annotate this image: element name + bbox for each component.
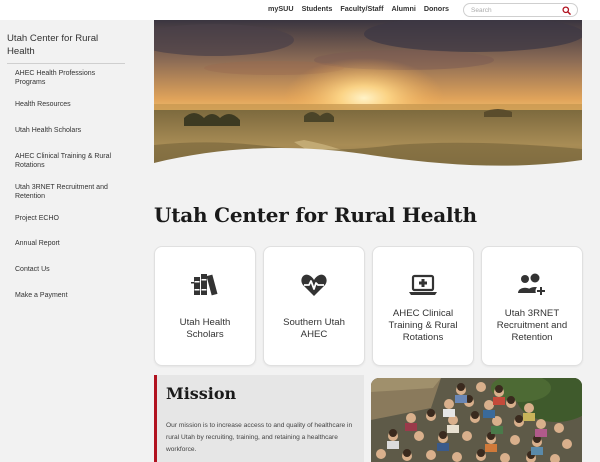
link-students[interactable]: Students (302, 4, 333, 13)
link-mysuu[interactable]: mySUU (268, 4, 294, 13)
search-box (463, 3, 578, 17)
sidebar-divider (7, 63, 125, 64)
mission-heading: Mission (166, 384, 237, 403)
search-input[interactable] (471, 6, 561, 15)
mission-section: Mission Our mission is to increase acces… (154, 375, 364, 462)
sidebar-title[interactable]: Utah Center for Rural Health (7, 32, 125, 58)
users-plus-icon (518, 273, 547, 297)
link-faculty-staff[interactable]: Faculty/Staff (340, 4, 383, 13)
page-title: Utah Center for Rural Health (154, 203, 477, 227)
sidebar-item-ahec-clinical-training[interactable]: AHEC Clinical Training & Rural Rotations (15, 153, 125, 170)
sidebar-item-ahec-health-professions[interactable]: AHEC Health Professions Programs (15, 70, 125, 87)
sidebar-item-utah-health-scholars[interactable]: Utah Health Scholars (15, 127, 125, 136)
card-label: Utah Health Scholars (179, 317, 231, 340)
sidebar-item-make-a-payment[interactable]: Make a Payment (15, 292, 125, 301)
card-label: Utah 3RNET Recruitment and Retention (496, 308, 568, 343)
search-icon[interactable] (562, 6, 571, 15)
hero-image (154, 20, 582, 178)
card-utah-3rnet[interactable]: Utah 3RNET Recruitment and Retention (481, 246, 583, 366)
sidebar: Utah Center for Rural Health AHEC Health… (0, 20, 140, 462)
card-label: Southern Utah AHEC (283, 317, 345, 340)
card-southern-utah-ahec[interactable]: Southern Utah AHEC (263, 246, 365, 366)
utility-links: mySUU Students Faculty/Staff Alumni Dono… (268, 4, 449, 13)
mission-text: Our mission is to increase access to and… (166, 422, 353, 453)
sidebar-item-utah-3rnet[interactable]: Utah 3RNET Recruitment and Retention (15, 184, 125, 201)
link-donors[interactable]: Donors (424, 4, 449, 13)
sidebar-item-contact-us[interactable]: Contact Us (15, 266, 125, 275)
utility-bar: mySUU Students Faculty/Staff Alumni Dono… (0, 0, 600, 20)
books-icon (191, 274, 218, 296)
group-photo (371, 378, 582, 462)
card-label: AHEC Clinical Training & Rural Rotations (388, 308, 458, 343)
sidebar-item-health-resources[interactable]: Health Resources (15, 101, 125, 110)
card-utah-health-scholars[interactable]: Utah Health Scholars (154, 246, 256, 366)
sidebar-item-annual-report[interactable]: Annual Report (15, 240, 125, 249)
laptop-medical-icon (409, 274, 437, 295)
card-ahec-clinical-training[interactable]: AHEC Clinical Training & Rural Rotations (372, 246, 474, 366)
link-alumni[interactable]: Alumni (391, 4, 415, 13)
sidebar-item-project-echo[interactable]: Project ECHO (15, 215, 125, 224)
heartbeat-icon (301, 274, 327, 296)
